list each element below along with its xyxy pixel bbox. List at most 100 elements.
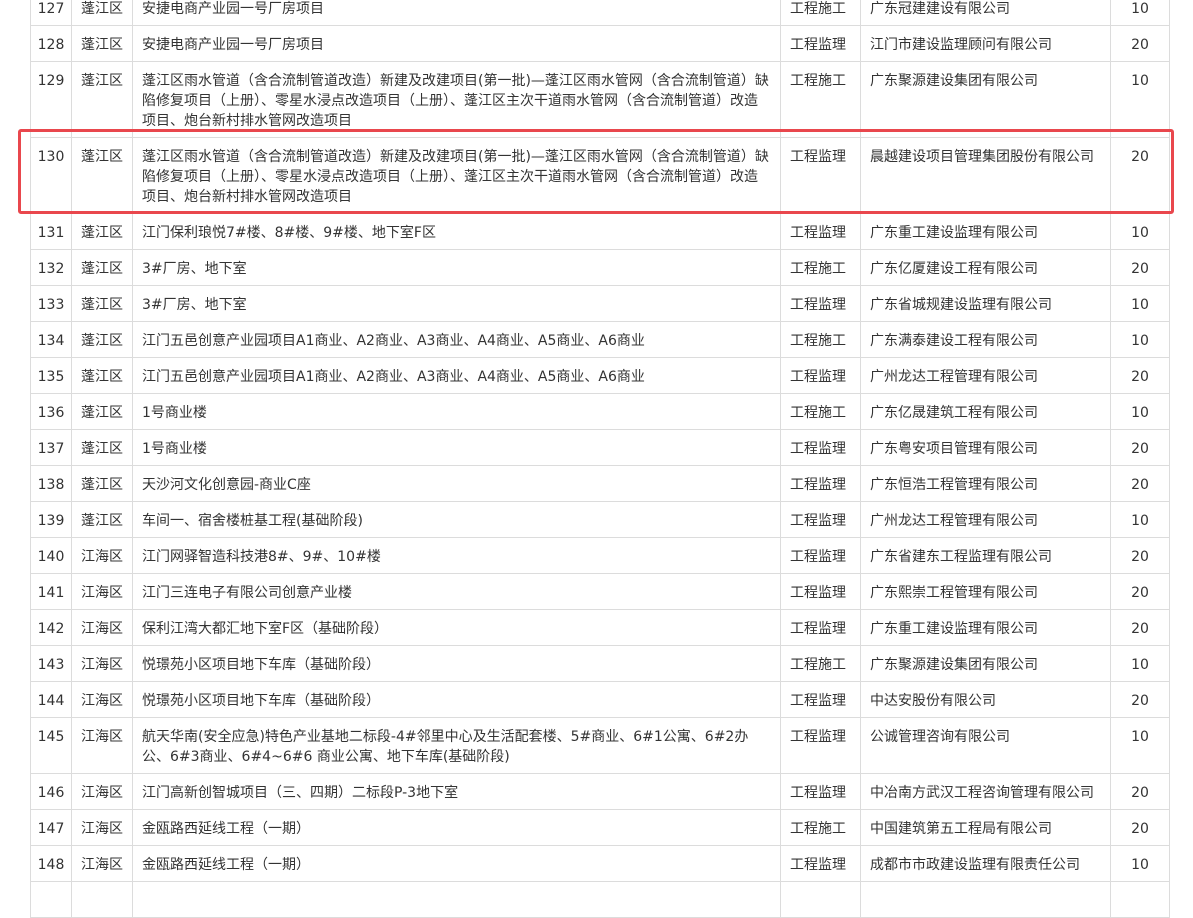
cell-district: 蓬江区 [71,285,133,322]
cell-work-type: 工程施工 [780,809,861,846]
table-row [30,881,1170,918]
table-row: 146 江海区 江门高新创智城项目（三、四期）二标段P-3地下室 工程监理 中冶南方武汉… [30,773,1170,810]
cell-project-name: 3#厂房、地下室 [132,249,781,286]
cell-score: 10 [1110,645,1170,682]
cell-score: 20 [1110,465,1170,502]
cell-work-type: 工程监理 [780,609,861,646]
table-row: 127 蓬江区 安捷电商产业园一号厂房项目 工程施工 广东冠建建设有限公司 10 [30,0,1170,26]
cell-score: 20 [1110,25,1170,62]
cell-work-type: 工程施工 [780,321,861,358]
cell-company: 广东亿晟建筑工程有限公司 [860,393,1111,430]
cell-district: 蓬江区 [71,137,133,214]
cell-project-name: 安捷电商产业园一号厂房项目 [132,25,781,62]
cell-district [71,881,133,918]
cell-score: 20 [1110,249,1170,286]
cell-number [30,881,72,918]
cell-work-type: 工程监理 [780,213,861,250]
cell-number: 148 [30,845,72,882]
cell-project-name: 蓬江区雨水管道（含合流制管道改造）新建及改建项目(第一批)—蓬江区雨水管网（含合… [132,61,781,138]
cell-project-name: 金瓯路西延线工程（一期） [132,845,781,882]
cell-project-name: 江门三连电子有限公司创意产业楼 [132,573,781,610]
cell-work-type: 工程施工 [780,249,861,286]
cell-company: 广东粤安项目管理有限公司 [860,429,1111,466]
cell-work-type: 工程监理 [780,573,861,610]
table-row: 128 蓬江区 安捷电商产业园一号厂房项目 工程监理 江门市建设监理顾问有限公司 20 [30,25,1170,62]
cell-district: 蓬江区 [71,501,133,538]
cell-company: 中达安股份有限公司 [860,681,1111,718]
table-row: 138 蓬江区 天沙河文化创意园-商业C座 工程监理 广东恒浩工程管理有限公司 20 [30,465,1170,502]
cell-district: 蓬江区 [71,321,133,358]
cell-company: 广东亿厦建设工程有限公司 [860,249,1111,286]
cell-district: 江海区 [71,645,133,682]
cell-company: 广东满泰建设工程有限公司 [860,321,1111,358]
cell-district: 蓬江区 [71,25,133,62]
cell-project-name: 1号商业楼 [132,393,781,430]
cell-score: 20 [1110,809,1170,846]
cell-district: 江海区 [71,845,133,882]
cell-number: 142 [30,609,72,646]
cell-work-type: 工程监理 [780,501,861,538]
cell-number: 138 [30,465,72,502]
table-row: 139 蓬江区 车间一、宿舍楼桩基工程(基础阶段) 工程监理 广州龙达工程管理有限公司 1… [30,501,1170,538]
cell-score: 20 [1110,537,1170,574]
cell-project-name: 悦璟苑小区项目地下车库（基础阶段） [132,645,781,682]
cell-district: 蓬江区 [71,393,133,430]
table-row: 129 蓬江区 蓬江区雨水管道（含合流制管道改造）新建及改建项目(第一批)—蓬江区雨… [30,61,1170,138]
cell-project-name: 蓬江区雨水管道（含合流制管道改造）新建及改建项目(第一批)—蓬江区雨水管网（含合… [132,137,781,214]
cell-district: 蓬江区 [71,357,133,394]
cell-score [1110,881,1170,918]
cell-project-name: 车间一、宿舍楼桩基工程(基础阶段) [132,501,781,538]
cell-score: 10 [1110,321,1170,358]
cell-company: 晨越建设项目管理集团股份有限公司 [860,137,1111,214]
table-row: 147 江海区 金瓯路西延线工程（一期） 工程施工 中国建筑第五工程局有限公司 20 [30,809,1170,846]
cell-number: 137 [30,429,72,466]
cell-score: 10 [1110,0,1170,26]
cell-company: 公诚管理咨询有限公司 [860,717,1111,774]
cell-company: 广东省城规建设监理有限公司 [860,285,1111,322]
table-row: 142 江海区 保利江湾大都汇地下室F区（基础阶段） 工程监理 广东重工建设监理有限公司… [30,609,1170,646]
table-row: 133 蓬江区 3#厂房、地下室 工程监理 广东省城规建设监理有限公司 10 [30,285,1170,322]
cell-work-type: 工程监理 [780,465,861,502]
cell-district: 江海区 [71,573,133,610]
cell-work-type: 工程监理 [780,773,861,810]
cell-work-type: 工程监理 [780,429,861,466]
cell-work-type: 工程施工 [780,393,861,430]
cell-company [860,881,1111,918]
cell-project-name: 江门五邑创意产业园项目A1商业、A2商业、A3商业、A4商业、A5商业、A6商业 [132,321,781,358]
cell-number: 144 [30,681,72,718]
results-table: 127 蓬江区 安捷电商产业园一号厂房项目 工程施工 广东冠建建设有限公司 10 128 蓬江… [30,0,1170,918]
cell-work-type: 工程监理 [780,681,861,718]
cell-score: 20 [1110,573,1170,610]
cell-company: 中冶南方武汉工程咨询管理有限公司 [860,773,1111,810]
cell-number: 145 [30,717,72,774]
cell-project-name [132,881,781,918]
cell-work-type: 工程施工 [780,645,861,682]
cell-number: 131 [30,213,72,250]
cell-score: 20 [1110,429,1170,466]
table-row: 148 江海区 金瓯路西延线工程（一期） 工程监理 成都市市政建设监理有限责任公司 10 [30,845,1170,882]
cell-company: 江门市建设监理顾问有限公司 [860,25,1111,62]
cell-score: 20 [1110,137,1170,214]
cell-company: 广东聚源建设集团有限公司 [860,61,1111,138]
results-table-body: 127 蓬江区 安捷电商产业园一号厂房项目 工程施工 广东冠建建设有限公司 10 128 蓬江… [30,0,1170,918]
table-row: 132 蓬江区 3#厂房、地下室 工程施工 广东亿厦建设工程有限公司 20 [30,249,1170,286]
cell-company: 广东聚源建设集团有限公司 [860,645,1111,682]
cell-company: 广东熙崇工程管理有限公司 [860,573,1111,610]
cell-district: 江海区 [71,717,133,774]
cell-project-name: 天沙河文化创意园-商业C座 [132,465,781,502]
cell-work-type: 工程监理 [780,25,861,62]
cell-work-type: 工程监理 [780,357,861,394]
cell-district: 蓬江区 [71,213,133,250]
cell-company: 广东省建东工程监理有限公司 [860,537,1111,574]
cell-district: 江海区 [71,537,133,574]
cell-number: 143 [30,645,72,682]
cell-number: 135 [30,357,72,394]
cell-company: 广东冠建建设有限公司 [860,0,1111,26]
cell-project-name: 航天华南(安全应急)特色产业基地二标段-4#邻里中心及生活配套楼、5#商业、6#… [132,717,781,774]
cell-number: 127 [30,0,72,26]
table-row: 131 蓬江区 江门保利琅悦7#楼、8#楼、9#楼、地下室F区 工程监理 广东重工建设监… [30,213,1170,250]
cell-work-type: 工程监理 [780,717,861,774]
cell-number: 147 [30,809,72,846]
cell-company: 广州龙达工程管理有限公司 [860,501,1111,538]
cell-project-name: 悦璟苑小区项目地下车库（基础阶段） [132,681,781,718]
